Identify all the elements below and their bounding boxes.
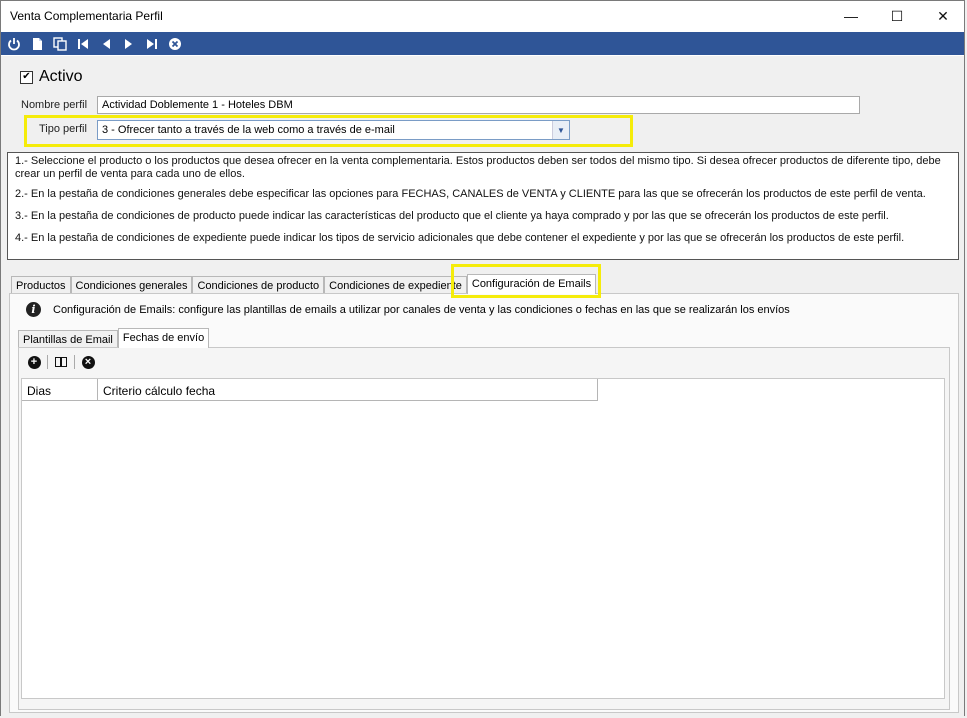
sub-tabs: Plantillas de Email Fechas de envío [18,328,210,348]
tab-fechas-envio[interactable]: Fechas de envío [117,328,210,348]
grid-toolbar: + × [25,353,101,371]
instruction-4: 4.- En la pestaña de condiciones de expe… [15,232,905,244]
tipo-perfil-label: Tipo perfil [39,123,87,135]
delete-row-button[interactable]: × [79,353,97,371]
fechas-grid: Dias Criterio cálculo fecha [21,378,945,699]
tipo-perfil-value: 3 - Ofrecer tanto a través de la web com… [102,124,395,136]
instruction-2: 2.- En la pestaña de condiciones general… [15,188,926,200]
tab-condiciones-generales[interactable]: Condiciones generales [70,276,193,294]
add-row-button[interactable]: + [25,353,43,371]
chevron-down-icon[interactable]: ▼ [552,121,569,139]
toolbar-divider [74,355,75,369]
info-icon: i [26,302,41,317]
description-text: Configuración de Emails: configure las p… [53,303,790,316]
email-config-description: i Configuración de Emails: configure las… [26,302,790,317]
tab-productos[interactable]: Productos [11,276,71,294]
checkbox-box[interactable]: ✔ [20,70,33,84]
new-document-icon[interactable] [27,34,47,54]
fechas-envio-panel: + × Dias Criterio cálculo fecha [18,347,950,710]
instructions-box: 1.- Seleccione el producto o los product… [7,152,959,260]
tipo-perfil-select[interactable]: 3 - Ofrecer tanto a través de la web com… [97,120,570,140]
previous-icon[interactable] [96,34,116,54]
columns-button[interactable] [52,353,70,371]
column-header-criterio[interactable]: Criterio cálculo fecha [98,379,598,401]
plus-circle-icon: + [27,355,41,369]
minimize-button[interactable]: — [828,1,874,31]
instruction-1: 1.- Seleccione el producto o los product… [15,155,941,180]
app-window: Venta Complementaria Perfil — ☐ ✕ ✔ Acti… [0,0,965,716]
activo-checkbox[interactable]: ✔ Activo [20,68,83,86]
profile-form: ✔ Activo Nombre perfil Actividad Dobleme… [1,56,964,716]
cancel-icon[interactable] [165,34,185,54]
email-config-panel: i Configuración de Emails: configure las… [9,293,959,713]
email-tab-highlight [451,264,601,298]
first-record-icon[interactable] [73,34,93,54]
main-toolbar [1,32,964,55]
maximize-button[interactable]: ☐ [874,1,920,31]
nombre-perfil-label: Nombre perfil [21,99,88,111]
nombre-perfil-input[interactable]: Actividad Doblemente 1 - Hoteles DBM [97,96,860,114]
tab-condiciones-producto[interactable]: Condiciones de producto [192,276,325,294]
next-icon[interactable] [119,34,139,54]
title-bar: Venta Complementaria Perfil — ☐ ✕ [1,1,964,31]
tab-plantillas-email[interactable]: Plantillas de Email [18,330,118,348]
columns-icon [55,357,67,367]
grid-header: Dias Criterio cálculo fecha [22,379,598,401]
last-record-icon[interactable] [142,34,162,54]
column-header-dias[interactable]: Dias [22,379,98,401]
close-button[interactable]: ✕ [920,1,966,31]
activo-label: Activo [39,68,83,85]
window-title: Venta Complementaria Perfil [10,9,163,23]
power-icon[interactable] [4,34,24,54]
toolbar-divider [47,355,48,369]
instruction-3: 3.- En la pestaña de condiciones de prod… [15,210,889,222]
cancel-circle-icon: × [81,355,95,369]
copy-icon[interactable] [50,34,70,54]
tab-condiciones-expediente[interactable]: Condiciones de expediente [324,276,467,294]
